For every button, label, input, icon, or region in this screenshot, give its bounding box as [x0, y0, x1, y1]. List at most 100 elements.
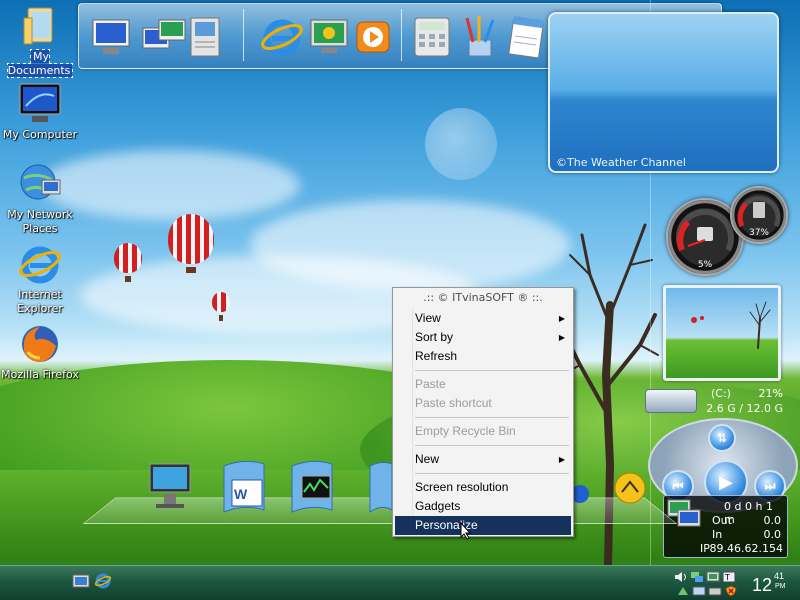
memory-gauge[interactable]: 37%: [730, 186, 788, 244]
dock-notepad-icon[interactable]: [503, 14, 549, 60]
desktop-icon-label: Internet Explorer: [17, 288, 63, 315]
network-out-label: Out: [712, 514, 732, 527]
network-icon: [18, 162, 62, 206]
dock-media-player-icon[interactable]: [351, 14, 397, 60]
menu-item-sort-by[interactable]: Sort by ▶: [395, 328, 571, 347]
clock-hour: 12: [752, 575, 773, 595]
weather-gadget[interactable]: ©The Weather Channel: [548, 12, 779, 173]
tray-display-icon[interactable]: [692, 585, 706, 597]
menu-item-label: Paste: [415, 377, 446, 391]
menu-item-view[interactable]: View ▶: [395, 309, 571, 328]
slideshow-image: [691, 301, 771, 349]
drive-percent: 21%: [758, 387, 783, 400]
menu-item-label: Refresh: [415, 349, 458, 363]
show-desktop-icon[interactable]: [72, 572, 90, 590]
dock-separator: [243, 9, 244, 61]
computer-icon: [18, 82, 62, 126]
desktop[interactable]: My Documents My Computer My Network Plac…: [0, 0, 800, 600]
bottom-dock-messenger-icon[interactable]: [610, 466, 650, 506]
clock-minute: 41: [774, 571, 785, 581]
dock-computer-icon[interactable]: [89, 14, 135, 60]
tray-disk-icon[interactable]: [708, 585, 722, 597]
dock-media-center-icon[interactable]: [307, 14, 353, 60]
bottom-dock-word-icon[interactable]: W: [220, 458, 272, 518]
desktop-icon-my-computer[interactable]: My Computer: [0, 82, 80, 142]
desktop-icon-label: My Documents: [6, 49, 74, 78]
hard-drive-icon: [645, 389, 697, 413]
clock-ampm: PM: [775, 583, 786, 590]
safely-remove-icon[interactable]: [676, 585, 690, 597]
menu-item-label: Gadgets: [415, 499, 461, 513]
menu-item-refresh[interactable]: Refresh: [395, 347, 571, 366]
tray-app-icon[interactable]: T: [722, 571, 736, 583]
bottom-dock-item-partial[interactable]: [368, 458, 393, 518]
taskbar: T 12 41 PM: [0, 565, 800, 600]
menu-item-label: Paste shortcut: [415, 396, 492, 410]
dock-separator: [401, 9, 402, 61]
desktop-icon-internet-explorer[interactable]: Internet Explorer: [0, 242, 80, 316]
dock-ie-icon[interactable]: [259, 14, 305, 60]
dock-documents-icon[interactable]: [183, 14, 229, 60]
balloon-decoration: [212, 292, 230, 321]
network-ip-label: IP: [700, 542, 710, 555]
tray-monitor-icon[interactable]: [706, 571, 720, 583]
drive-size: 2.6 G / 12.0 G: [706, 402, 783, 415]
cpu-gauge-value: 5%: [697, 260, 713, 270]
play-icon: ▶: [719, 471, 733, 493]
desktop-icon-label: Mozilla Firefox: [1, 368, 79, 381]
ie-icon: [18, 242, 62, 286]
network-tray-icon[interactable]: [690, 571, 704, 583]
memory-gauge-value: 37%: [748, 228, 769, 238]
menu-item-label: Empty Recycle Bin: [415, 424, 516, 438]
menu-item-label: New: [415, 452, 440, 466]
dock-paint-icon[interactable]: [457, 14, 503, 60]
menu-separator: [415, 445, 569, 446]
context-menu: .:: © ITvinaSOFT ® ::. View ▶ Sort by ▶ …: [392, 287, 574, 537]
desktop-icon-mozilla-firefox[interactable]: Mozilla Firefox: [0, 322, 80, 382]
context-menu-header: .:: © ITvinaSOFT ® ::.: [423, 291, 543, 304]
shuffle-button[interactable]: ⇅: [708, 424, 736, 452]
menu-item-gadgets[interactable]: Gadgets: [395, 497, 571, 516]
system-tray: T: [672, 568, 748, 598]
bottom-dock-computer-icon[interactable]: [146, 458, 198, 518]
desktop-icon-label: My Network Places: [7, 208, 73, 235]
menu-item-paste-shortcut[interactable]: Paste shortcut: [395, 394, 571, 413]
next-icon: ⏭: [764, 478, 776, 493]
volume-icon[interactable]: [674, 571, 688, 583]
svg-text:W: W: [234, 486, 248, 502]
menu-item-label: Screen resolution: [415, 480, 509, 494]
menu-item-screen-resolution[interactable]: Screen resolution: [395, 478, 571, 497]
desktop-icon-label: My Computer: [2, 128, 78, 141]
security-shield-icon[interactable]: [724, 585, 738, 597]
dock-calculator-icon[interactable]: [409, 14, 455, 60]
folder-icon: [18, 4, 62, 48]
menu-item-personalize[interactable]: Personalize: [395, 516, 571, 535]
quick-launch-ie-icon[interactable]: [94, 572, 112, 590]
slideshow-gadget[interactable]: [663, 285, 781, 381]
network-ip-value: 89.46.62.154: [709, 542, 783, 555]
menu-separator: [415, 473, 569, 474]
svg-text:T: T: [724, 573, 730, 582]
previous-icon: ⏮: [672, 478, 684, 493]
network-in-label: In: [712, 528, 723, 541]
mouse-cursor-icon: [460, 522, 472, 540]
drive-gadget[interactable]: (C:) 21% 2.6 G / 12.0 G: [645, 385, 795, 421]
drive-label: (C:): [711, 387, 731, 400]
submenu-arrow-icon: ▶: [558, 333, 565, 342]
menu-item-paste[interactable]: Paste: [395, 375, 571, 394]
network-gadget[interactable]: 0 d 0 h 1 m Out 0.0 In 0.0 IP 89.46.62.1…: [663, 495, 788, 558]
firefox-icon: [18, 322, 62, 366]
menu-separator: [415, 417, 569, 418]
desktop-icon-my-network-places[interactable]: My Network Places: [0, 162, 80, 236]
menu-item-label: Sort by: [415, 330, 454, 344]
submenu-arrow-icon: ▶: [558, 314, 565, 323]
desktop-icon-my-documents[interactable]: My Documents: [0, 4, 80, 78]
menu-item-label: View: [415, 311, 441, 325]
network-in-value: 0.0: [763, 528, 782, 541]
menu-item-empty-recycle-bin[interactable]: Empty Recycle Bin: [395, 422, 571, 441]
network-out-value: 0.0: [763, 514, 782, 527]
dock-network-icon[interactable]: [141, 14, 187, 60]
menu-item-new[interactable]: New ▶: [395, 450, 571, 469]
balloon-decoration: [168, 214, 214, 273]
bottom-dock-monitor-icon[interactable]: [288, 458, 340, 518]
